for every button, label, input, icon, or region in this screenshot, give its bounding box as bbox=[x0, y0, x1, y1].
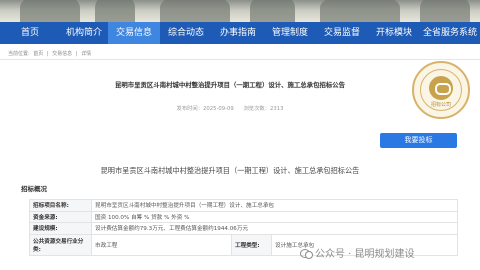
table-row: 建设规模: 设计费估算金额约79.3万元、工程费估算金额约1944.06万元 bbox=[29, 222, 458, 235]
watermark-text: 公众号 · 昆明规划建设 bbox=[315, 249, 415, 260]
view-count: 浏览次数：2313 bbox=[243, 106, 284, 112]
nav-item-rules[interactable]: 管理制度 bbox=[264, 22, 316, 44]
publish-date: 发布时间：2025-09-09 bbox=[176, 106, 234, 112]
nav-item-province-service[interactable]: 全省服务系统 bbox=[420, 22, 480, 44]
main-nav: 首页 机构简介 交易信息 综合动态 办事指南 管理制度 交易监督 开标模块 全省… bbox=[0, 22, 480, 44]
row-value: 市政工程 bbox=[91, 233, 232, 256]
section-heading: 招标概况 bbox=[21, 185, 47, 193]
seal-text: 招标公司 bbox=[430, 102, 451, 108]
nav-item-home[interactable]: 首页 bbox=[0, 22, 60, 44]
article-meta: 发布时间：2025-09-09 浏览次数：2313 bbox=[10, 104, 450, 112]
submit-bid-button[interactable]: 我要投标 bbox=[380, 133, 457, 148]
row-value: 设计费估算金额约79.3万元、工程费估算金额约1944.06万元 bbox=[91, 222, 458, 235]
row-key: 建设规模: bbox=[29, 222, 92, 235]
breadcrumb-separator: | bbox=[46, 51, 49, 57]
watermark: 公众号 · 昆明规划建设 bbox=[300, 245, 415, 260]
nav-item-bid-opening[interactable]: 开标模块 bbox=[368, 22, 420, 44]
row-key: 工程类型: bbox=[231, 233, 272, 256]
nav-item-supervision[interactable]: 交易监督 bbox=[316, 22, 368, 44]
divider bbox=[0, 59, 480, 60]
row-key: 资金来源: bbox=[29, 210, 92, 223]
table-row: 资金来源: 国资 100.0% 自筹 % 贷款 % 外资 % bbox=[29, 210, 458, 223]
seal-logo-icon bbox=[429, 76, 453, 100]
breadcrumb-home[interactable]: 首页 bbox=[33, 51, 43, 57]
row-key: 招标项目名称: bbox=[29, 199, 92, 212]
nav-item-news[interactable]: 综合动态 bbox=[160, 22, 212, 44]
breadcrumb-current: 详情 bbox=[81, 51, 92, 57]
breadcrumb-trade-info[interactable]: 交易信息 bbox=[52, 51, 72, 57]
breadcrumb: 当前位置: 首页 | 交易信息 | 详情 bbox=[8, 50, 93, 57]
page-title: 昆明市呈贡区斗南村城中村整治提升项目（一期工程）设计、施工总承包招标公告 bbox=[114, 81, 346, 89]
table-row: 招标项目名称: 昆明市呈贡区斗南村城中村整治提升项目（一期工程）设计、施工总承包 bbox=[29, 199, 458, 212]
nav-item-guide[interactable]: 办事指南 bbox=[212, 22, 264, 44]
header-banner bbox=[0, 0, 480, 22]
nav-item-about[interactable]: 机构简介 bbox=[60, 22, 108, 44]
wechat-icon bbox=[300, 248, 313, 259]
row-value: 昆明市呈贡区斗南村城中村整治提升项目（一期工程）设计、施工总承包 bbox=[91, 199, 458, 212]
seal-stamp: 招标公司 bbox=[412, 61, 470, 119]
breadcrumb-separator: | bbox=[75, 51, 78, 57]
row-value: 国资 100.0% 自筹 % 贷款 % 外资 % bbox=[91, 210, 458, 223]
row-key: 公共资源交易行业分类: bbox=[29, 233, 92, 256]
article-subtitle: 昆明市呈贡区斗南村城中村整治提升项目（一期工程）设计、施工总承包招标公告 bbox=[100, 166, 360, 175]
nav-item-trade-info[interactable]: 交易信息 bbox=[108, 22, 160, 44]
breadcrumb-prefix: 当前位置: bbox=[8, 51, 30, 57]
